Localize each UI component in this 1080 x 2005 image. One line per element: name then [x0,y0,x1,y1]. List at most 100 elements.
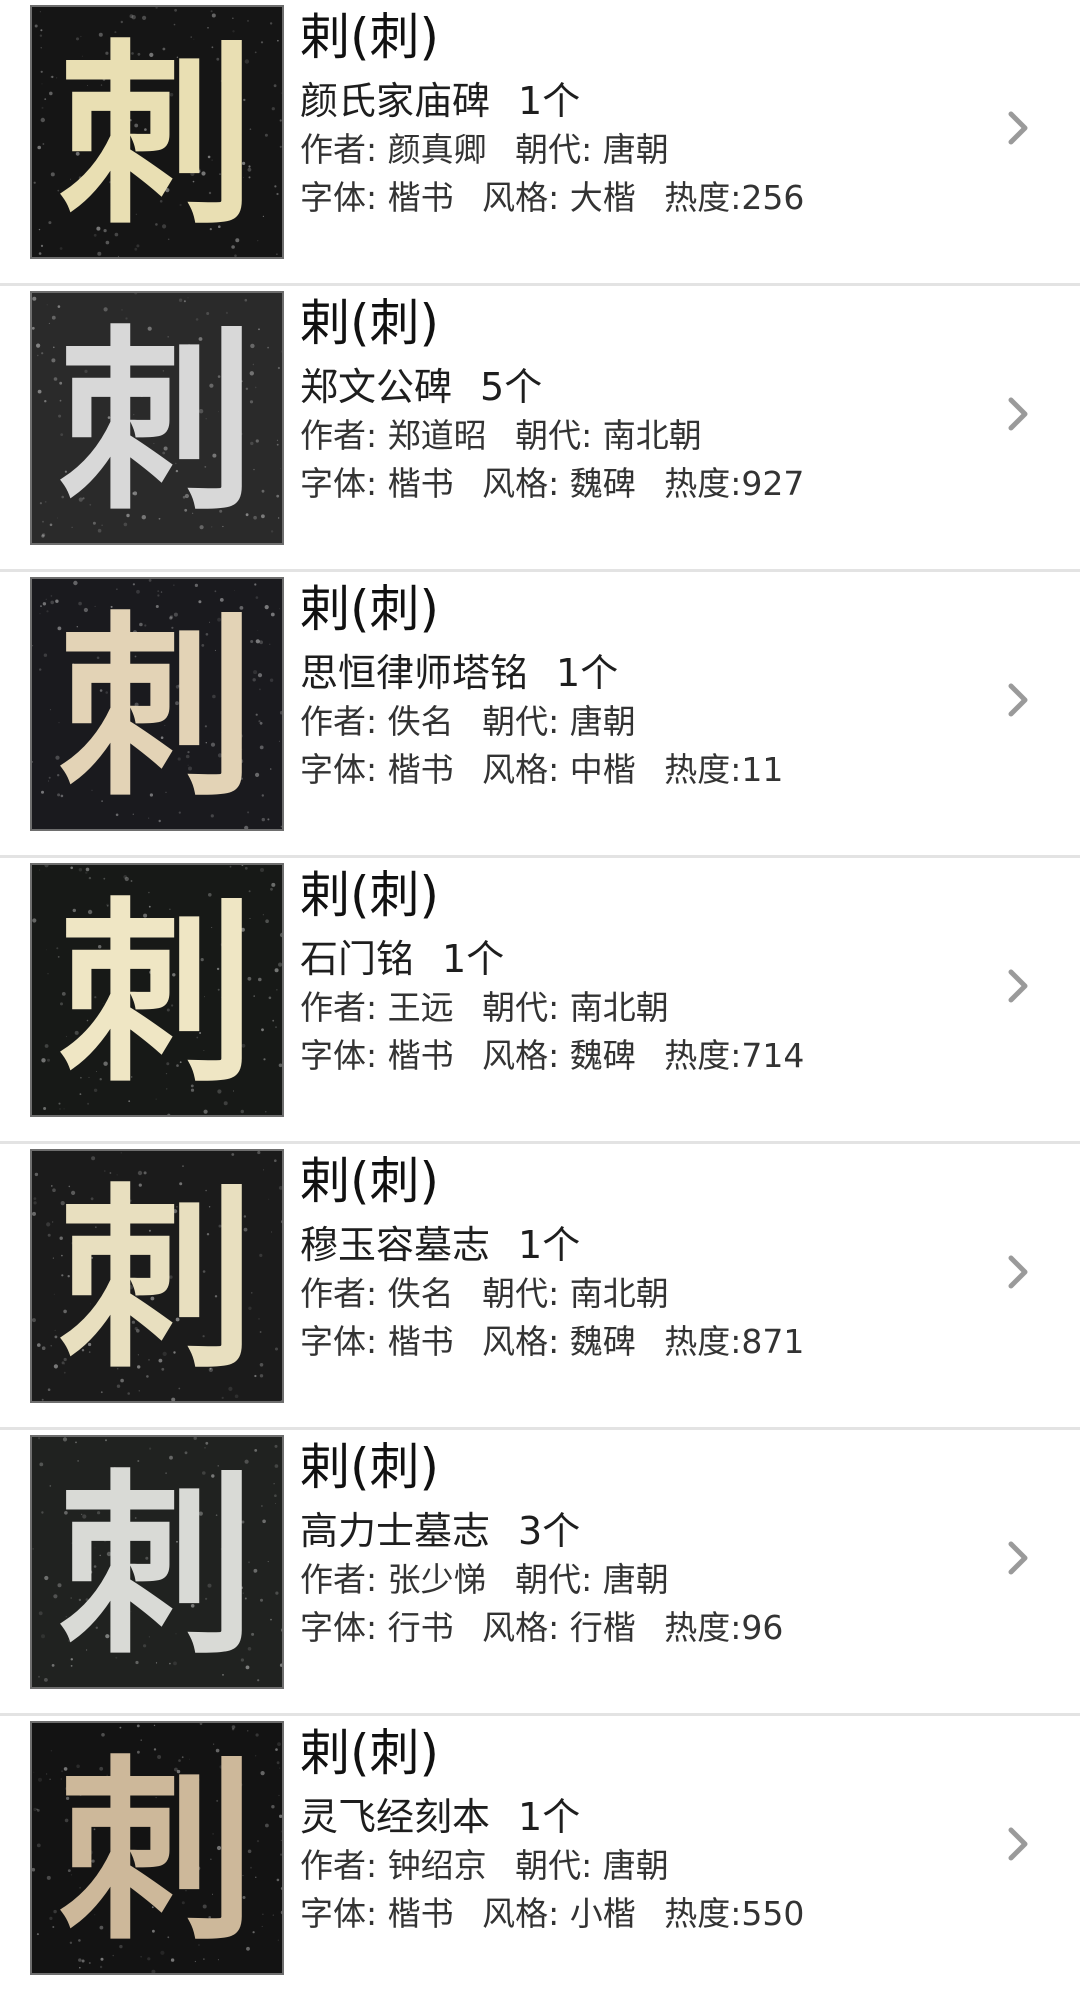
author-name: 佚名 [387,702,454,741]
style-label: 风格: [482,1036,560,1075]
chevron-right-icon[interactable] [998,1824,1038,1864]
heat-label: 热度: [664,464,742,503]
chevron-right-icon[interactable] [998,966,1038,1006]
list-item[interactable]: 刺 剌(刺) 高力士墓志 3个 作者: 张少悌 朝代: 唐朝 字体: 行书 风格:… [0,1430,1080,1716]
style-label: 风格: [482,1322,560,1361]
calligraphy-glyph: 刺 [58,1165,255,1395]
dynasty-label: 朝代: [515,416,593,455]
chevron-right-icon[interactable] [998,1538,1038,1578]
heat-value: 550 [741,1894,805,1933]
dynasty-label: 朝代: [515,130,593,169]
heat-value: 927 [741,464,805,503]
style-line: 字体: 楷书 风格: 小楷 热度:550 [300,1890,990,1938]
calligraphy-thumbnail[interactable]: 刺 [30,1149,284,1403]
calligraphy-thumbnail[interactable]: 刺 [30,291,284,545]
style-line: 字体: 楷书 风格: 魏碑 热度:871 [300,1318,990,1366]
glyph-count: 3个 [518,1509,581,1553]
list-item[interactable]: 刺 剌(刺) 颜氏家庙碑 1个 作者: 颜真卿 朝代: 唐朝 字体: 楷书 风格:… [0,0,1080,286]
author-label: 作者: [300,988,378,1027]
author-line: 作者: 佚名 朝代: 唐朝 [300,698,990,746]
work-line: 高力士墓志 3个 [300,1506,990,1556]
dynasty-name: 唐朝 [602,130,669,169]
script-label: 字体: [300,178,378,217]
character-title: 剌(刺) [300,1152,440,1210]
glyph-count: 1个 [556,651,619,695]
script-label: 字体: [300,464,378,503]
script-name: 楷书 [387,1036,454,1075]
style-line: 字体: 楷书 风格: 魏碑 热度:714 [300,1032,990,1080]
list-item[interactable]: 刺 剌(刺) 穆玉容墓志 1个 作者: 佚名 朝代: 南北朝 字体: 楷书 风格:… [0,1144,1080,1430]
character-title: 剌(刺) [300,1724,440,1782]
author-line: 作者: 王远 朝代: 南北朝 [300,984,990,1032]
author-line: 作者: 钟绍京 朝代: 唐朝 [300,1842,990,1890]
author-label: 作者: [300,1560,378,1599]
calligraphy-thumbnail[interactable]: 刺 [30,5,284,259]
heat-label: 热度: [664,1036,742,1075]
calligraphy-glyph: 刺 [58,1737,255,1967]
character-title: 剌(刺) [300,8,440,66]
dynasty-name: 南北朝 [569,988,669,1027]
script-label: 字体: [300,750,378,789]
dynasty-name: 唐朝 [602,1846,669,1885]
glyph-count: 5个 [480,365,543,409]
style-name: 大楷 [569,178,636,217]
style-name: 行楷 [569,1608,636,1647]
work-name: 穆玉容墓志 [300,1223,491,1267]
calligraphy-thumbnail[interactable]: 刺 [30,577,284,831]
heat-label: 热度: [664,178,742,217]
heat-value: 714 [741,1036,805,1075]
calligraphy-thumbnail[interactable]: 刺 [30,1435,284,1689]
style-name: 魏碑 [569,1322,636,1361]
work-line: 思恒律师塔铭 1个 [300,648,990,698]
heat-label: 热度: [664,1894,742,1933]
glyph-count: 1个 [442,937,505,981]
style-label: 风格: [482,750,560,789]
author-name: 郑道昭 [387,416,487,455]
chevron-right-icon[interactable] [998,680,1038,720]
chevron-right-icon[interactable] [998,1252,1038,1292]
style-name: 魏碑 [569,1036,636,1075]
work-line: 灵飞经刻本 1个 [300,1792,990,1842]
author-name: 颜真卿 [387,130,487,169]
character-title: 剌(刺) [300,294,440,352]
script-label: 字体: [300,1322,378,1361]
calligraphy-thumbnail[interactable]: 刺 [30,1721,284,1975]
calligraphy-result-list: 刺 剌(刺) 颜氏家庙碑 1个 作者: 颜真卿 朝代: 唐朝 字体: 楷书 风格:… [0,0,1080,2005]
script-name: 楷书 [387,464,454,503]
item-info: 剌(刺) 石门铭 1个 作者: 王远 朝代: 南北朝 字体: 楷书 风格: 魏碑 … [300,864,990,1080]
script-label: 字体: [300,1894,378,1933]
script-label: 字体: [300,1036,378,1075]
dynasty-name: 南北朝 [569,1274,669,1313]
list-item[interactable]: 刺 剌(刺) 思恒律师塔铭 1个 作者: 佚名 朝代: 唐朝 字体: 楷书 风格:… [0,572,1080,858]
author-line: 作者: 郑道昭 朝代: 南北朝 [300,412,990,460]
author-label: 作者: [300,416,378,455]
glyph-count: 1个 [518,1223,581,1267]
chevron-right-icon[interactable] [998,108,1038,148]
work-line: 颜氏家庙碑 1个 [300,76,990,126]
dynasty-label: 朝代: [515,1846,593,1885]
calligraphy-glyph: 刺 [58,879,255,1109]
list-item[interactable]: 刺 剌(刺) 灵飞经刻本 1个 作者: 钟绍京 朝代: 唐朝 字体: 楷书 风格:… [0,1716,1080,1999]
author-name: 王远 [387,988,454,1027]
item-info: 剌(刺) 灵飞经刻本 1个 作者: 钟绍京 朝代: 唐朝 字体: 楷书 风格: 小… [300,1722,990,1938]
work-line: 穆玉容墓志 1个 [300,1220,990,1270]
script-name: 楷书 [387,1894,454,1933]
style-label: 风格: [482,1608,560,1647]
style-name: 小楷 [569,1894,636,1933]
glyph-count: 1个 [518,79,581,123]
item-info: 剌(刺) 颜氏家庙碑 1个 作者: 颜真卿 朝代: 唐朝 字体: 楷书 风格: 大… [300,6,990,222]
calligraphy-glyph: 刺 [58,21,255,251]
list-item[interactable]: 刺 剌(刺) 石门铭 1个 作者: 王远 朝代: 南北朝 字体: 楷书 风格: 魏… [0,858,1080,1144]
style-line: 字体: 楷书 风格: 中楷 热度:11 [300,746,990,794]
heat-label: 热度: [664,750,742,789]
style-label: 风格: [482,178,560,217]
dynasty-label: 朝代: [482,1274,560,1313]
script-name: 楷书 [387,178,454,217]
author-name: 钟绍京 [387,1846,487,1885]
style-line: 字体: 楷书 风格: 大楷 热度:256 [300,174,990,222]
chevron-right-icon[interactable] [998,394,1038,434]
calligraphy-thumbnail[interactable]: 刺 [30,863,284,1117]
character-title: 剌(刺) [300,1438,440,1496]
list-item[interactable]: 刺 剌(刺) 郑文公碑 5个 作者: 郑道昭 朝代: 南北朝 字体: 楷书 风格:… [0,286,1080,572]
glyph-count: 1个 [518,1795,581,1839]
